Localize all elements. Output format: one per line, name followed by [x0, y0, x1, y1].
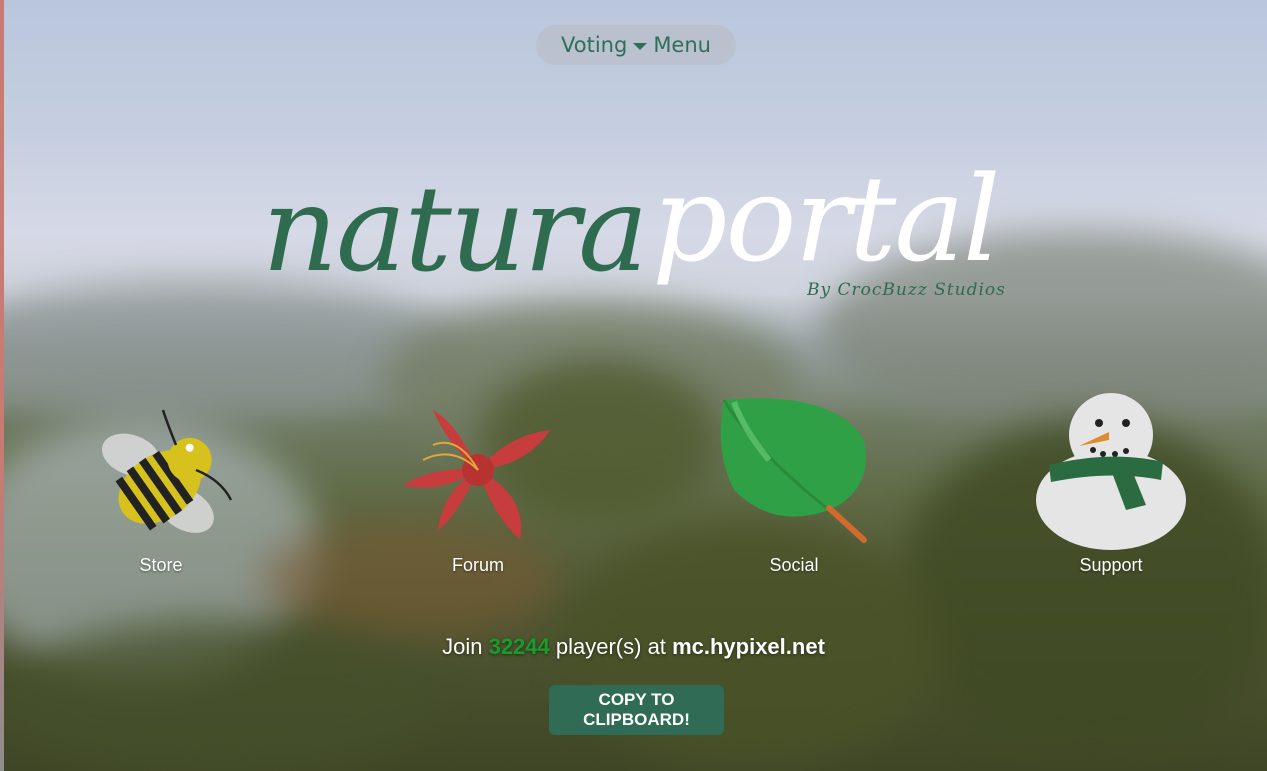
join-prefix: Join — [442, 634, 483, 659]
nav-social-label: Social — [769, 555, 819, 575]
player-count: 32244 — [488, 634, 550, 659]
bee-icon — [81, 390, 241, 550]
leaf-icon — [714, 390, 874, 550]
logo-byline: By CrocBuzz Studios — [807, 280, 1006, 300]
nav-forum[interactable]: Forum — [398, 390, 558, 585]
nav-social[interactable]: Social — [714, 390, 874, 585]
caret-down-icon — [633, 42, 648, 50]
join-middle: player(s) at — [555, 634, 666, 659]
nav-support-label: Support — [1079, 555, 1143, 575]
page: Voting Menu natura portal By CrocBuzz St… — [0, 0, 1267, 771]
nav-store-label: Store — [139, 555, 183, 575]
join-server-line: Join 32244 player(s) at mc.hypixel.net — [0, 634, 1267, 660]
nav-forum-label: Forum — [451, 555, 504, 575]
nav-support[interactable]: Support — [1031, 390, 1191, 585]
voting-label: Voting — [561, 33, 628, 57]
copy-to-clipboard-button[interactable]: COPY TO CLIPBOARD! — [549, 685, 724, 735]
server-address: mc.hypixel.net — [672, 634, 825, 659]
snowman-icon — [1031, 390, 1191, 550]
site-logo: natura portal By CrocBuzz Studios — [262, 145, 1022, 325]
menu-label: Menu — [653, 33, 711, 57]
flower-icon — [398, 390, 558, 550]
logo-natura: natura — [262, 160, 649, 298]
voting-menu-dropdown[interactable]: Voting Menu — [536, 25, 736, 65]
nav-store[interactable]: Store — [81, 390, 241, 585]
logo-portal: portal — [652, 150, 1000, 288]
